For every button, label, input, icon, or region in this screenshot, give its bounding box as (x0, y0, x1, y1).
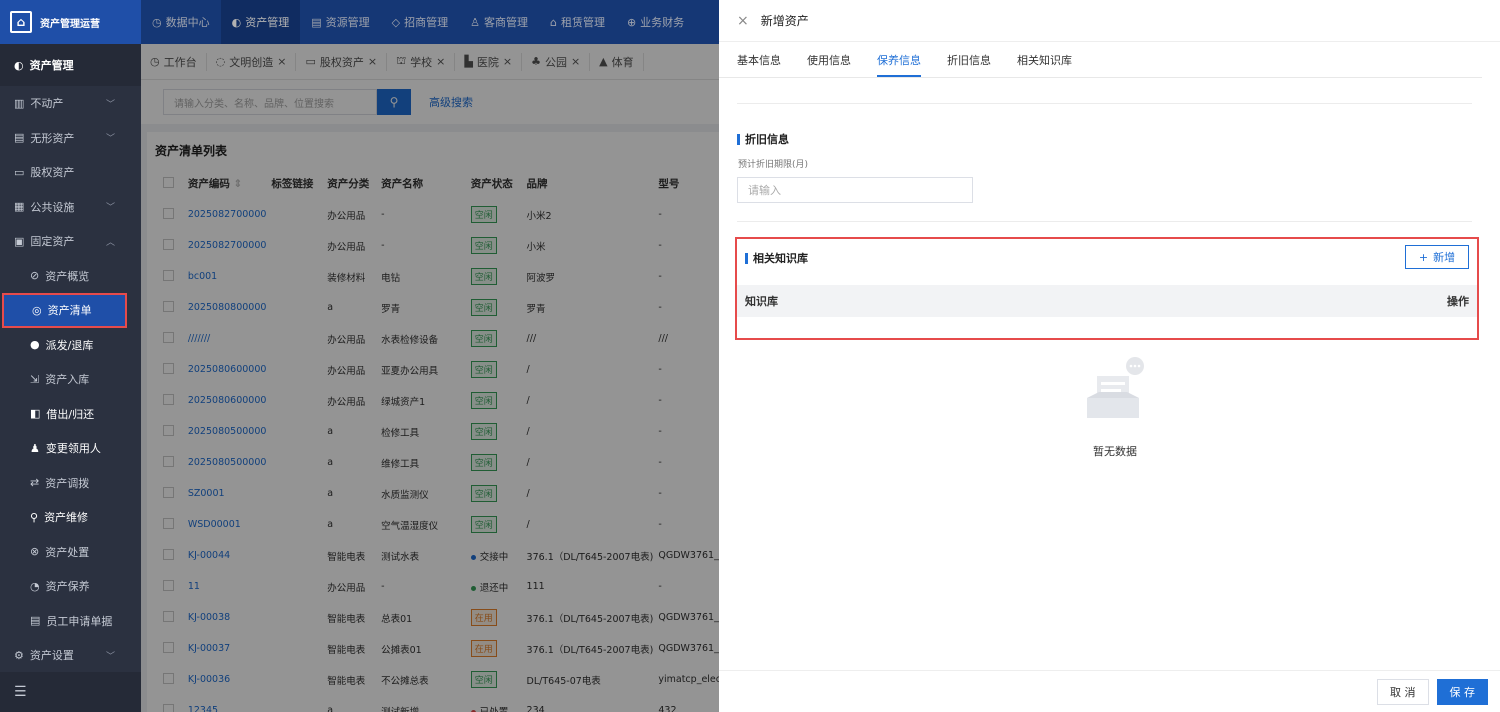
column-header: 知识库 (745, 295, 778, 308)
empty-text: 暂无数据 (1093, 445, 1137, 458)
knowledge-base-section: 相关知识库 + 新增 知识库 操作 (735, 237, 1479, 340)
divider (737, 103, 1472, 104)
depreciation-section-title: 折旧信息 (737, 131, 789, 147)
drawer-header: × 新增资产 (719, 0, 1500, 42)
column-header: 操作 (1447, 295, 1469, 308)
tab-knowledge-base[interactable]: 相关知识库 (1017, 52, 1072, 77)
tab-usage-info[interactable]: 使用信息 (807, 52, 851, 77)
tab-basic-info[interactable]: 基本信息 (737, 52, 781, 77)
modal-mask[interactable] (141, 0, 721, 44)
close-icon[interactable]: × (737, 13, 749, 29)
knowledge-table-header: 知识库 操作 (737, 285, 1477, 317)
depreciation-period-label: 预计折旧期限(月) (738, 160, 809, 170)
empty-state: 暂无数据 (1070, 356, 1160, 459)
plus-icon: + (1418, 250, 1429, 264)
divider (737, 221, 1472, 222)
depreciation-period-input[interactable]: 请输入 (737, 177, 973, 203)
save-button[interactable]: 保 存 (1436, 678, 1488, 705)
add-knowledge-button[interactable]: + 新增 (1405, 245, 1469, 269)
cancel-button[interactable]: 取 消 (1377, 678, 1429, 705)
tab-depreciation-info[interactable]: 折旧信息 (947, 52, 991, 77)
drawer-tabs: 基本信息 使用信息 保养信息 折旧信息 相关知识库 (719, 42, 1482, 78)
drawer-footer: 取 消 保 存 (719, 670, 1500, 712)
modal-mask[interactable] (141, 44, 721, 712)
empty-box-icon (1087, 357, 1144, 418)
tab-maintenance-info[interactable]: 保养信息 (877, 52, 921, 77)
knowledge-section-title: 相关知识库 (745, 250, 808, 266)
sidebar-mask (0, 0, 141, 712)
drawer-title: 新增资产 (760, 14, 809, 28)
